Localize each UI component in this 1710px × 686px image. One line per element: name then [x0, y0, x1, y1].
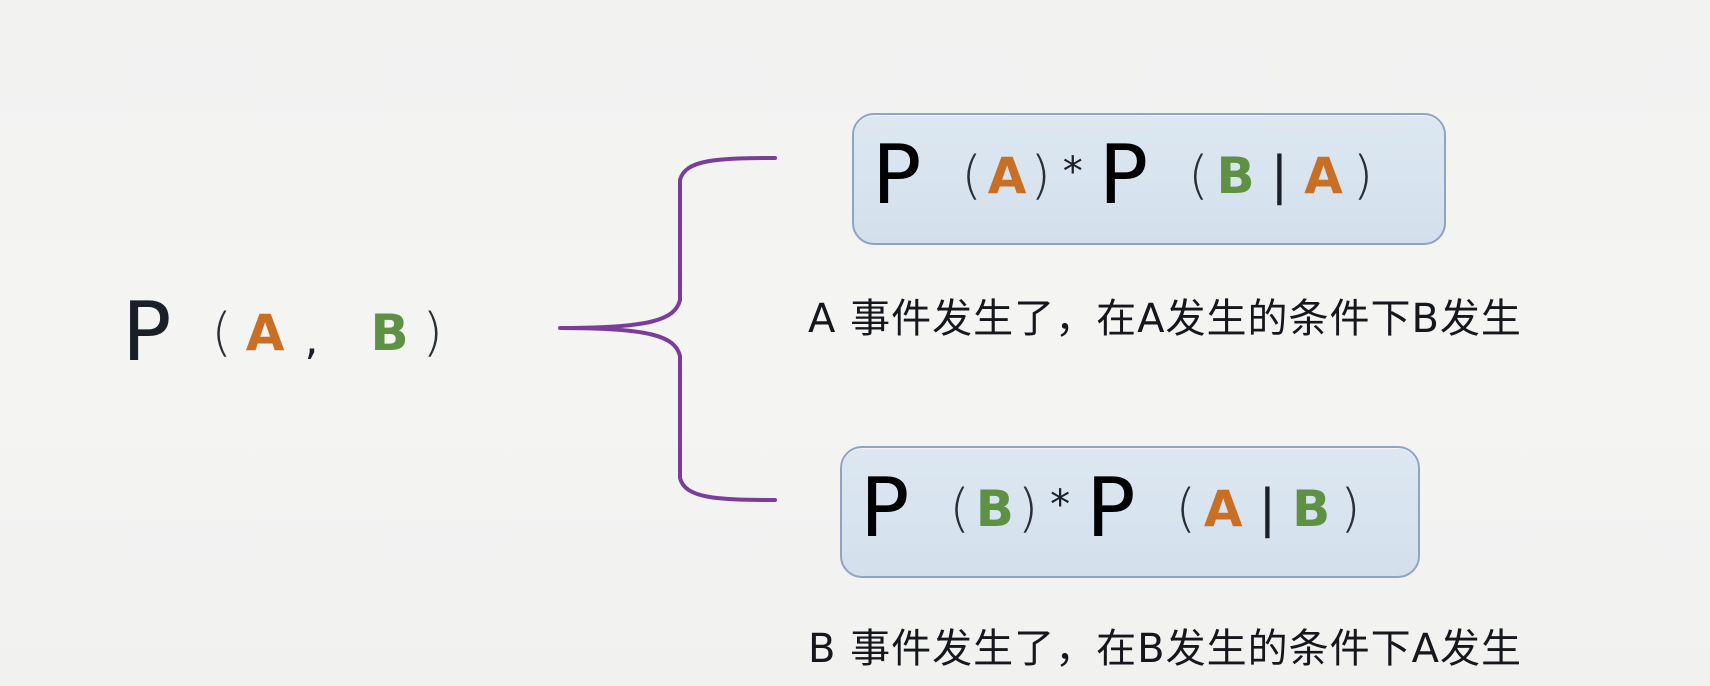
close-paren: ): [1352, 146, 1374, 206]
open-paren: (: [1188, 146, 1209, 206]
event-a-label: A: [987, 147, 1027, 205]
p-symbol: P: [1098, 128, 1149, 223]
open-paren: (: [1175, 479, 1196, 539]
event-b-label: B: [1292, 480, 1331, 538]
brace-path: [558, 156, 777, 502]
multiply-operator: *: [1050, 482, 1071, 528]
formula-expression-bottom: P ( B ) * P ( A | B ): [860, 468, 1361, 550]
p-symbol: P: [122, 285, 172, 380]
event-a-label: A: [245, 304, 285, 362]
event-b-label: B: [975, 480, 1014, 538]
close-paren: ): [422, 303, 443, 363]
multiply-operator: *: [1062, 149, 1083, 195]
close-paren: ): [1340, 479, 1361, 539]
event-a-label: A: [1304, 147, 1343, 205]
event-a-label: A: [1203, 480, 1243, 538]
p-symbol: P: [1086, 461, 1136, 556]
given-bar: |: [1258, 479, 1277, 539]
caption-bottom: B 事件发生了，在B发生的条件下A发生: [808, 626, 1522, 672]
open-paren: (: [949, 479, 970, 539]
formula-box-bottom: P ( B ) * P ( A | B ): [840, 446, 1420, 578]
p-symbol: P: [872, 128, 922, 223]
close-paren: ): [1030, 146, 1051, 206]
formula-expression-top: P ( A ) * P ( B | A ): [872, 135, 1373, 217]
open-paren: (: [961, 146, 982, 206]
caption-top: A 事件发生了，在A发生的条件下B发生: [808, 296, 1522, 342]
diagram-stage: P ( A , B ) P ( A ) * P ( B | A ) A 事件发生…: [0, 0, 1710, 686]
p-symbol: P: [860, 461, 910, 556]
close-paren: ): [1017, 479, 1039, 539]
joint-probability-expression: P ( A , B ): [122, 292, 443, 374]
comma: ,: [304, 314, 319, 365]
open-paren: (: [211, 303, 232, 363]
event-b-label: B: [370, 304, 409, 362]
event-b-label: B: [1216, 147, 1255, 205]
formula-box-top: P ( A ) * P ( B | A ): [852, 113, 1446, 245]
given-bar: |: [1270, 146, 1289, 206]
